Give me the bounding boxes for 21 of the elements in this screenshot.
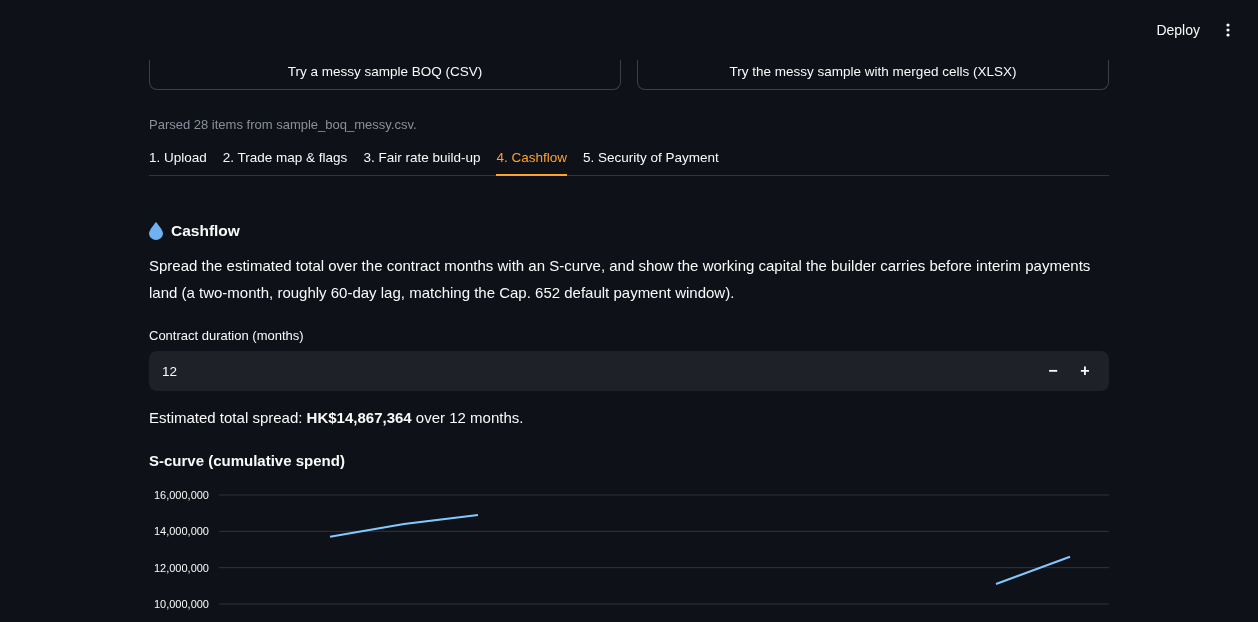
tab[interactable]: 1. Upload bbox=[149, 144, 207, 176]
y-tick-label: 10,000,000 bbox=[153, 598, 209, 610]
section-title: Cashflow bbox=[171, 222, 240, 240]
y-tick-label: 16,000,000 bbox=[153, 489, 209, 501]
y-tick-label: 12,000,000 bbox=[153, 561, 209, 574]
sample-button[interactable]: Try a messy sample BOQ (CSV) bbox=[149, 60, 621, 90]
tab[interactable]: 4. Cashflow bbox=[496, 144, 567, 176]
sample-button[interactable]: Try the messy sample with merged cells (XLSX) bbox=[637, 60, 1109, 90]
droplet-icon bbox=[149, 222, 163, 240]
parse-status: Parsed 28 items from sample_boq_messy.csv. bbox=[149, 117, 418, 132]
tab[interactable]: 5. Security of Payment bbox=[583, 144, 719, 176]
tab[interactable]: 3. Fair rate build-up bbox=[363, 144, 481, 176]
chart-title: S-curve (cumulative spend) bbox=[149, 452, 346, 469]
increment-button[interactable]: + bbox=[1069, 361, 1101, 381]
description: Spread the estimated total over the contract months with an S-curve, and show the working capital the builder carries before interim payments land (a two-month, roughly 60-day lag, matching the Cap. 652 default payment window). bbox=[149, 256, 1092, 303]
field-label: Contract duration (months) bbox=[149, 328, 305, 343]
tab[interactable]: 2. Trade map & flags bbox=[222, 144, 348, 176]
y-tick-label: 14,000,000 bbox=[153, 525, 209, 538]
summary-text: Estimated total spread: HK$14,867,364 over 12 months. bbox=[149, 409, 525, 426]
decrement-button[interactable]: − bbox=[1037, 361, 1069, 381]
deploy-button[interactable]: Deploy bbox=[1150, 18, 1206, 42]
